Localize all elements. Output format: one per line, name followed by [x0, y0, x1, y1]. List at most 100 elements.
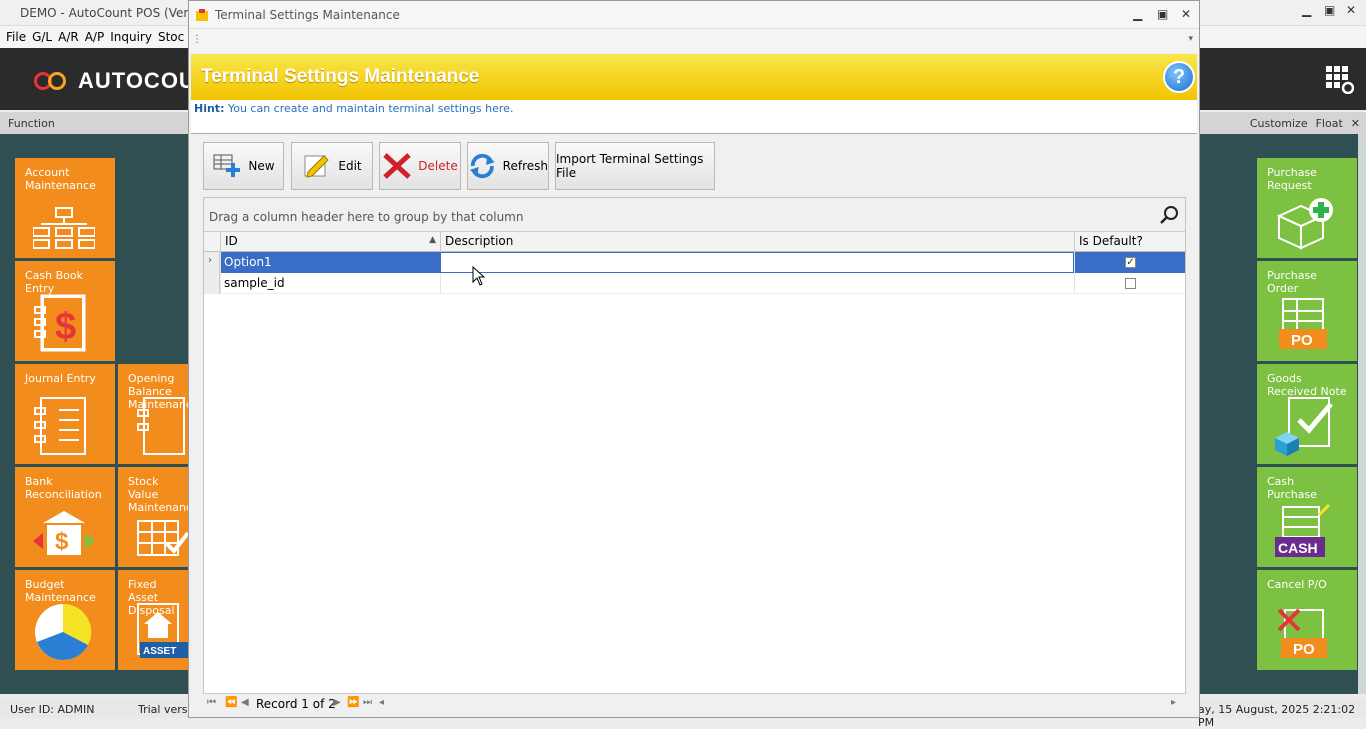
grn-icon	[1275, 397, 1333, 456]
row-indicator[interactable]: ›	[204, 252, 220, 273]
tile-cash-book-entry[interactable]: Cash Book Entry $	[15, 261, 115, 361]
close-icon[interactable]: ✕	[1346, 3, 1356, 17]
new-record-icon	[213, 154, 241, 177]
svg-text:ASSET: ASSET	[143, 646, 176, 657]
column-header-description[interactable]: Description	[440, 232, 1074, 252]
dialog-close-icon[interactable]: ✕	[1181, 7, 1191, 21]
last-page-icon[interactable]: ⏭	[363, 697, 372, 708]
menu-ap[interactable]: A/P	[85, 30, 105, 44]
tile-purchase-request[interactable]: Purchase Request	[1257, 158, 1357, 258]
column-header-id[interactable]: ID ▲	[220, 232, 440, 252]
close-panel-icon[interactable]: ✕	[1351, 117, 1360, 130]
delete-x-icon	[383, 153, 411, 179]
prev-record-icon[interactable]: ◀	[241, 697, 249, 708]
is-default-checkbox[interactable]: ✓	[1125, 257, 1136, 268]
minimize-icon[interactable]: ▁	[1302, 3, 1311, 17]
dialog-minimize-icon[interactable]: ▁	[1133, 7, 1142, 21]
prev-page-icon[interactable]: ⏪	[225, 697, 237, 708]
menu-inquiry[interactable]: Inquiry	[110, 30, 152, 44]
banner-title: Terminal Settings Maintenance	[201, 66, 480, 87]
cell-description[interactable]	[440, 252, 1074, 273]
maximize-icon[interactable]: ▣	[1324, 3, 1335, 17]
scroll-left-icon[interactable]: ◂	[379, 697, 384, 708]
autocount-logo: AUTOCOUN	[34, 68, 213, 94]
svg-text:$: $	[55, 306, 76, 348]
menu-stock[interactable]: Stoc	[158, 30, 184, 44]
tile-fixed-asset-disposal[interactable]: Fixed Asset Disposal ASSET	[118, 570, 190, 670]
pencil-edit-icon	[304, 155, 330, 178]
purchase-tiles-panel: Purchase Request Purchase Order PO Goods…	[1198, 134, 1366, 694]
tile-cancel-po[interactable]: Cancel P/O PO	[1257, 570, 1357, 670]
import-terminal-settings-button[interactable]: Import Terminal Settings File	[555, 142, 715, 190]
first-page-icon[interactable]: ⏮	[207, 697, 216, 708]
cash-icon: CASH	[1275, 503, 1331, 557]
refresh-icon	[469, 153, 495, 179]
mouse-cursor-icon	[472, 266, 486, 286]
stock-value-icon	[137, 520, 190, 556]
customize-link[interactable]: Customize	[1250, 117, 1308, 130]
dialog-title-bar: Terminal Settings Maintenance ▁ ▣ ✕	[189, 1, 1199, 29]
cell-description[interactable]	[440, 273, 1074, 294]
customize-bar: Customize Float ✕	[1198, 112, 1366, 134]
hint-label: Hint:	[194, 102, 225, 115]
table-row[interactable]: › Option1 ✓	[204, 252, 1185, 273]
is-default-checkbox[interactable]	[1125, 278, 1136, 289]
cell-is-default[interactable]: ✓	[1074, 252, 1185, 273]
dialog-title: Terminal Settings Maintenance	[215, 7, 400, 22]
tile-stock-value[interactable]: Stock Value Maintenance	[118, 467, 190, 567]
org-chart-icon	[33, 207, 95, 249]
float-link[interactable]: Float	[1316, 117, 1343, 130]
strip-dropdown-icon[interactable]: ▾	[1188, 34, 1193, 44]
help-icon[interactable]: ?	[1163, 61, 1195, 93]
grid-settings-icon[interactable]	[1326, 66, 1354, 94]
po-icon: PO	[1279, 298, 1327, 349]
tile-account-maintenance[interactable]: Account Maintenance	[15, 158, 115, 258]
tile-bank-reconciliation[interactable]: Bank Reconciliation $	[15, 467, 115, 567]
cancel-po-icon: PO	[1277, 608, 1327, 658]
search-icon[interactable]	[1159, 205, 1179, 225]
terminal-settings-dialog: Terminal Settings Maintenance ▁ ▣ ✕ ⋮ ▾ …	[188, 0, 1200, 718]
function-tiles-panel: Account Maintenance Cash Book Entry $ Jo…	[0, 134, 190, 694]
record-navigator: ⏮ ⏪ ◀ Record 1 of 2 ▶ ⏩ ⏭ ◂ ▸	[203, 693, 1186, 713]
group-by-panel[interactable]: Drag a column header here to group by th…	[204, 198, 1185, 232]
header-indicator	[204, 232, 220, 252]
dialog-maximize-icon[interactable]: ▣	[1157, 7, 1168, 21]
menu-gl[interactable]: G/L	[32, 30, 52, 44]
hint-bar: Hint: You can create and maintain termin…	[191, 100, 1197, 134]
box-plus-icon	[1276, 198, 1333, 250]
journal-icon	[34, 397, 86, 455]
menu-file[interactable]: File	[6, 30, 26, 44]
tile-opening-balance[interactable]: Opening Balance Maintenance	[118, 364, 190, 464]
tile-cash-purchase[interactable]: Cash Purchase CASH	[1257, 467, 1357, 567]
row-indicator[interactable]	[204, 273, 220, 294]
delete-button[interactable]: Delete	[379, 142, 461, 190]
function-panel-header: Function	[0, 112, 190, 134]
refresh-button[interactable]: Refresh	[467, 142, 549, 190]
new-button[interactable]: New	[203, 142, 284, 190]
pie-chart-icon	[35, 603, 92, 661]
svg-text:PO: PO	[1291, 332, 1313, 349]
edit-button[interactable]: Edit	[291, 142, 373, 190]
cell-id[interactable]: Option1	[220, 252, 440, 273]
tile-journal-entry[interactable]: Journal Entry	[15, 364, 115, 464]
next-page-icon[interactable]: ⏩	[347, 697, 359, 708]
cell-id[interactable]: sample_id	[220, 273, 440, 294]
menu-ar[interactable]: A/R	[58, 30, 79, 44]
asset-icon: ASSET	[137, 603, 188, 658]
right-panel-scrollbar[interactable]	[1358, 134, 1366, 694]
tile-goods-received-note[interactable]: Goods Received Note	[1257, 364, 1357, 464]
column-header-is-default[interactable]: Is Default?	[1074, 232, 1185, 252]
app-title: DEMO - AutoCount POS (Vers	[20, 5, 195, 20]
opening-balance-icon	[137, 397, 185, 455]
cell-is-default[interactable]	[1074, 273, 1185, 294]
next-record-icon[interactable]: ▶	[333, 697, 341, 708]
status-datetime: ay, 15 August, 2025 2:21:02 PM	[1198, 703, 1356, 729]
tile-budget-maintenance[interactable]: Budget Maintenance	[15, 570, 115, 670]
tile-purchase-order[interactable]: Purchase Order PO	[1257, 261, 1357, 361]
bank-icon: $	[33, 511, 95, 555]
svg-text:PO: PO	[1293, 641, 1315, 658]
table-row[interactable]: sample_id	[204, 273, 1185, 294]
grip-icon[interactable]: ⋮	[192, 34, 202, 45]
scroll-right-icon[interactable]: ▸	[1171, 697, 1176, 708]
grid-header: ID ▲ Description Is Default?	[204, 232, 1185, 252]
